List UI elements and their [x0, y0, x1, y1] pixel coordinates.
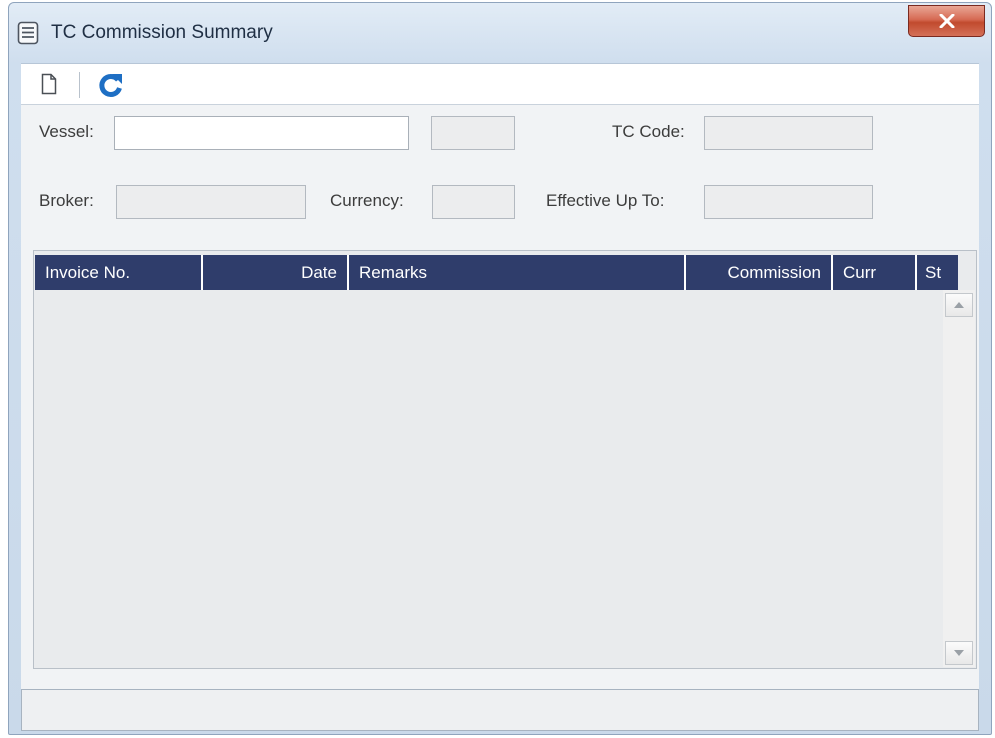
tc-code-label: TC Code: — [612, 122, 685, 141]
vessel-label: Vessel: — [39, 122, 94, 141]
vessel-input[interactable] — [114, 116, 409, 150]
tc-commission-summary-window: TC Commission Summary Vessel: TC Code: B… — [8, 2, 992, 735]
vertical-scrollbar[interactable] — [943, 290, 975, 667]
arrow-up-icon — [954, 302, 964, 308]
title-bar[interactable]: TC Commission Summary — [9, 3, 991, 61]
column-commission[interactable]: Commission — [686, 255, 833, 290]
grid-header: Invoice No. Date Remarks Commission Curr… — [35, 255, 958, 290]
currency-field — [432, 185, 515, 219]
close-icon — [939, 14, 954, 28]
broker-label: Broker: — [39, 191, 94, 210]
arrow-down-icon — [954, 650, 964, 656]
scroll-down-button[interactable] — [945, 641, 973, 665]
column-date[interactable]: Date — [203, 255, 349, 290]
window-title: TC Commission Summary — [51, 22, 273, 43]
tc-code-field — [704, 116, 873, 150]
column-curr[interactable]: Curr — [833, 255, 917, 290]
currency-label: Currency: — [330, 191, 404, 210]
commission-grid[interactable]: Invoice No. Date Remarks Commission Curr… — [33, 250, 977, 669]
effective-up-to-field — [704, 185, 873, 219]
close-button[interactable] — [908, 5, 985, 37]
vessel-code-field — [431, 116, 515, 150]
toolbar — [21, 63, 979, 105]
column-invoice-no[interactable]: Invoice No. — [35, 255, 203, 290]
refresh-icon[interactable] — [97, 71, 125, 99]
broker-field — [116, 185, 306, 219]
column-st[interactable]: St — [917, 255, 958, 290]
effective-up-to-label: Effective Up To: — [546, 191, 665, 210]
content-area: Vessel: TC Code: Broker: Currency: Effec… — [21, 105, 979, 695]
column-remarks[interactable]: Remarks — [349, 255, 686, 290]
new-document-icon[interactable] — [41, 73, 57, 95]
scroll-up-button[interactable] — [945, 293, 973, 317]
form-icon — [17, 21, 39, 45]
toolbar-separator — [79, 72, 80, 98]
status-bar — [21, 689, 979, 731]
